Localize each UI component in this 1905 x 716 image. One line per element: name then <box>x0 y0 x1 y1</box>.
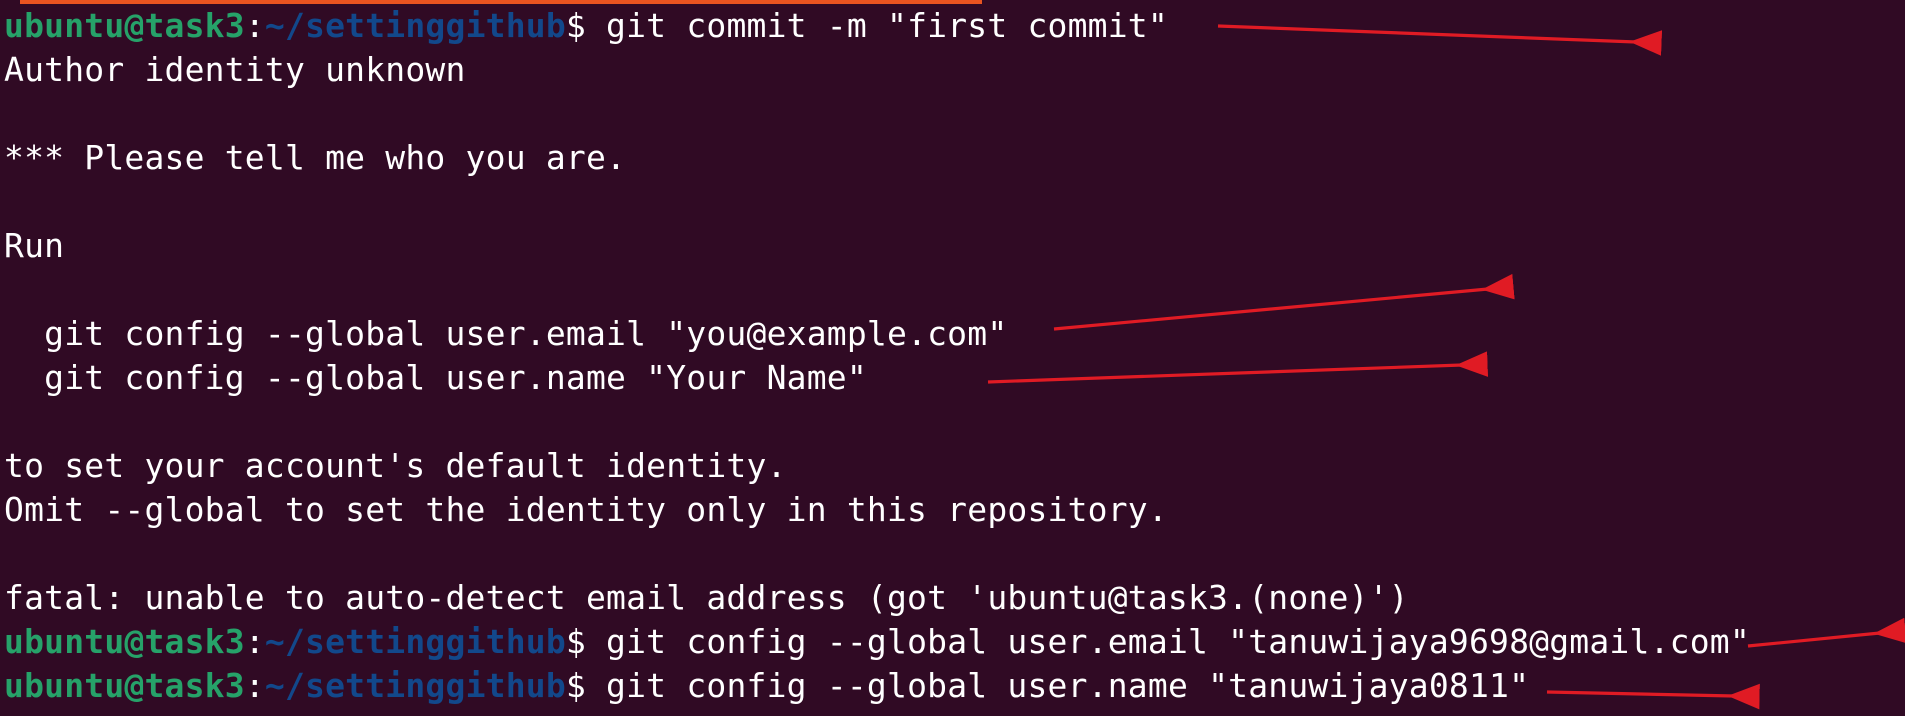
prompt-user-host: ubuntu@task3 <box>4 6 245 45</box>
terminal-line-error: fatal: unable to auto-detect email addre… <box>4 578 1409 617</box>
prompt-command: git commit -m "first commit" <box>585 6 1168 45</box>
prompt-path: ~/settinggithub <box>264 666 566 705</box>
terminal-line-prompt: ubuntu@task3:~/settinggithub$ git config… <box>4 620 1894 664</box>
prompt-path: ~/settinggithub <box>264 622 566 661</box>
prompt-symbol: $ <box>565 666 586 705</box>
terminal-line: Run <box>4 226 65 265</box>
prompt-path: ~/settinggithub <box>264 6 566 45</box>
prompt-separator: : <box>244 622 265 661</box>
terminal-line: git config --global user.name "Your Name… <box>4 358 867 397</box>
terminal-line-prompt: ubuntu@task3:~/settinggithub$ git config… <box>4 664 1894 708</box>
prompt-command: git config --global user.email "tanuwija… <box>585 622 1750 661</box>
terminal-line-prompt: ubuntu@task3:~/settinggithub$ git commit… <box>4 4 1894 48</box>
prompt-symbol: $ <box>565 6 586 45</box>
prompt-symbol: $ <box>565 622 586 661</box>
terminal-line: *** Please tell me who you are. <box>4 138 627 177</box>
terminal-line: to set your account's default identity. <box>4 446 787 485</box>
terminal-window[interactable]: ubuntu@task3:~/settinggithub$ git commit… <box>0 0 1905 716</box>
prompt-user-host: ubuntu@task3 <box>4 666 245 705</box>
prompt-separator: : <box>244 6 265 45</box>
prompt-separator: : <box>244 666 265 705</box>
terminal-line: git config --global user.email "you@exam… <box>4 314 1008 353</box>
prompt-user-host: ubuntu@task3 <box>4 622 245 661</box>
prompt-command: git config --global user.name "tanuwijay… <box>585 666 1530 705</box>
terminal-line: Omit --global to set the identity only i… <box>4 490 1168 529</box>
terminal-output[interactable]: ubuntu@task3:~/settinggithub$ git commit… <box>4 4 1894 708</box>
terminal-line: Author identity unknown <box>4 50 466 89</box>
